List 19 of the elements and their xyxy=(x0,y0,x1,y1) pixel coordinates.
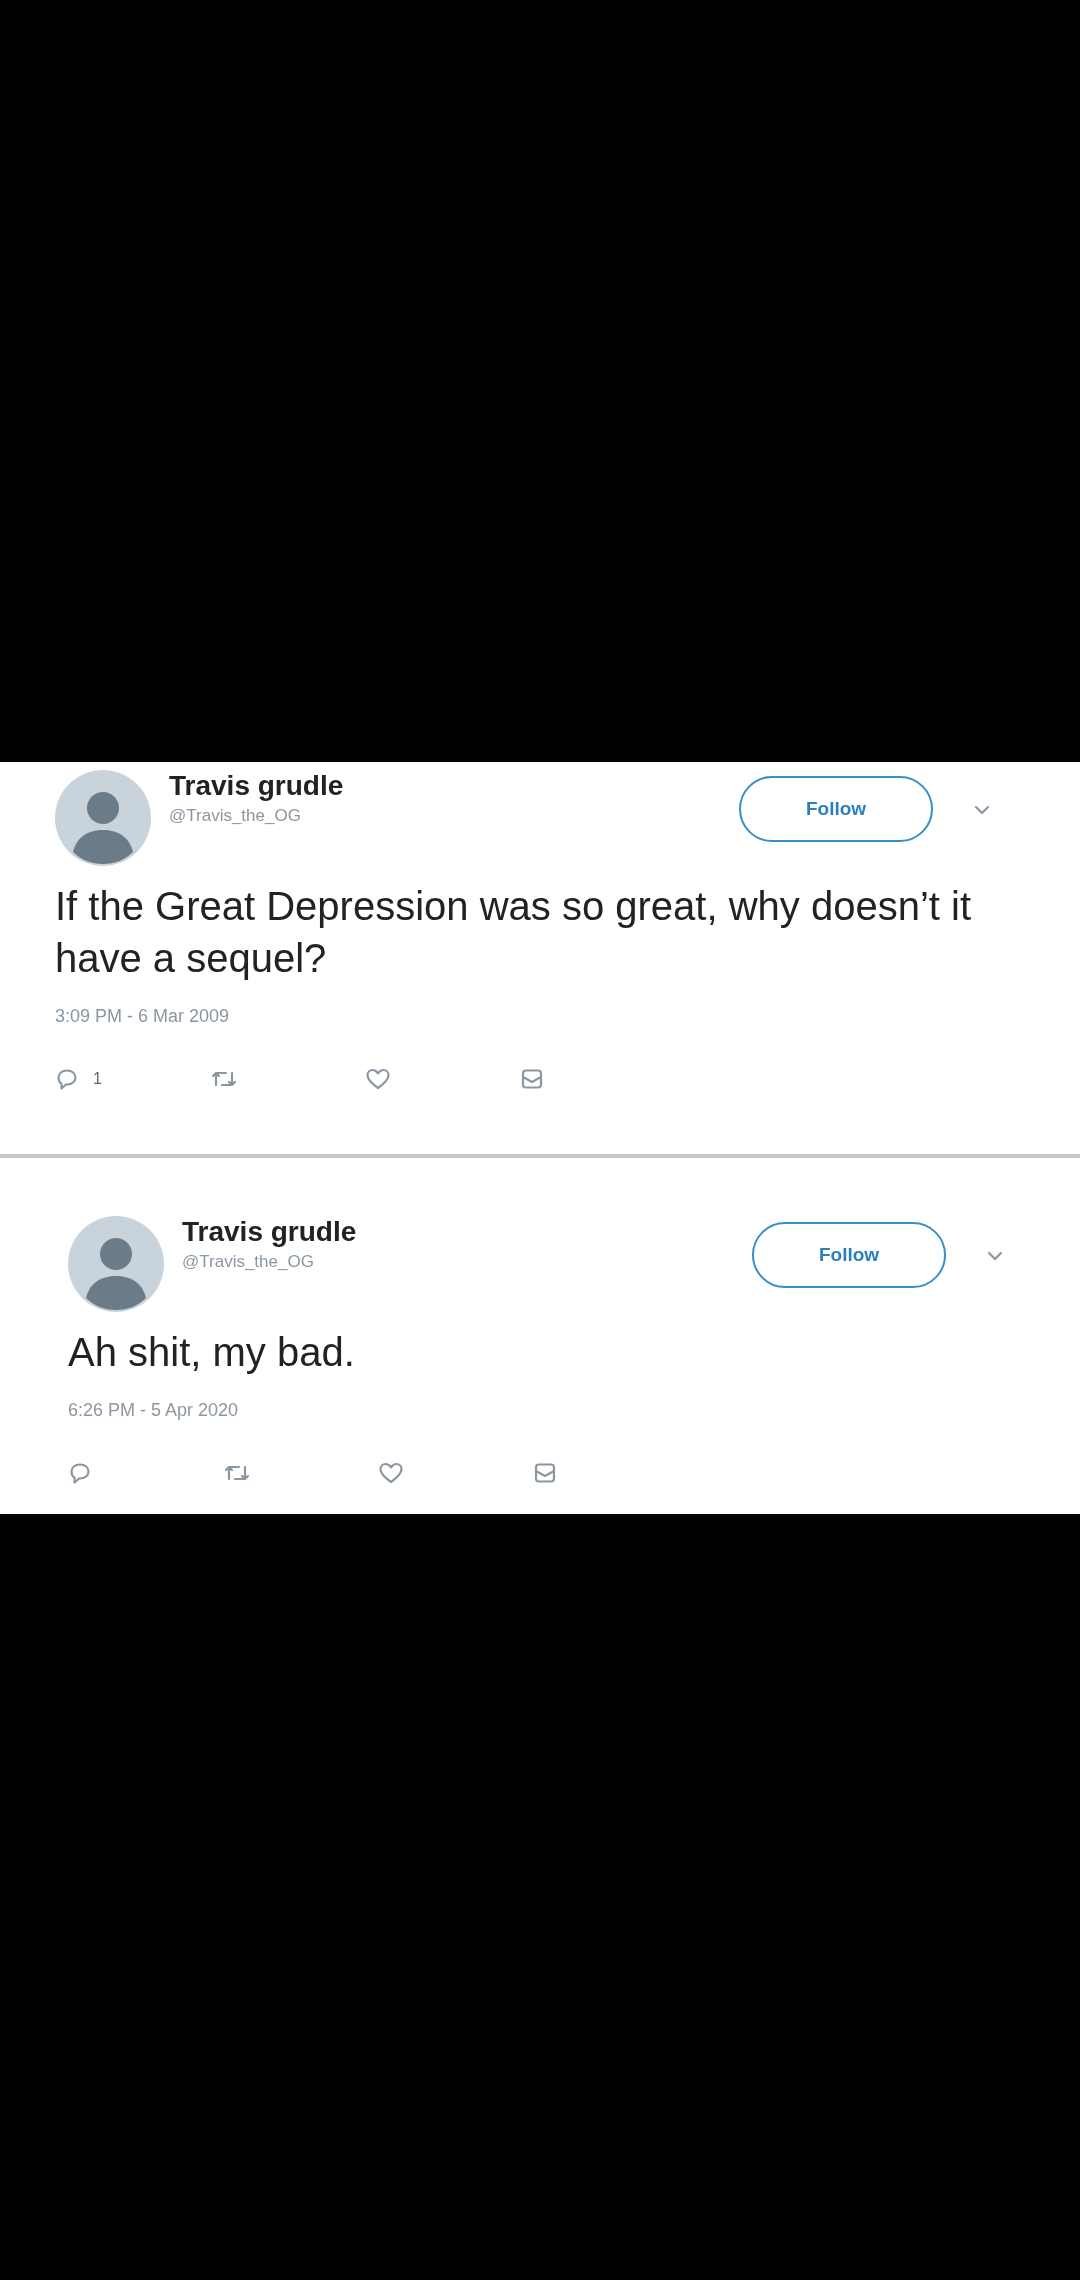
user-name: Travis grudle xyxy=(182,1216,358,1248)
chevron-down-icon[interactable] xyxy=(973,804,991,816)
reply-count: 1 xyxy=(93,1070,102,1088)
user-handle: @Travis_the_OG xyxy=(169,806,302,826)
follow-button[interactable]: Follow xyxy=(752,1222,946,1288)
heart-icon[interactable] xyxy=(378,1461,404,1485)
heart-icon[interactable] xyxy=(365,1067,391,1091)
reply-icon[interactable] xyxy=(55,1067,79,1091)
follow-button[interactable]: Follow xyxy=(739,776,933,842)
timestamp: 6:26 PM - 5 Apr 2020 xyxy=(68,1400,240,1421)
chevron-down-icon[interactable] xyxy=(986,1250,1004,1262)
reply-icon[interactable] xyxy=(68,1461,92,1485)
user-handle: @Travis_the_OG xyxy=(182,1252,315,1272)
tweet-text: Ah shit, my bad. xyxy=(68,1329,356,1376)
envelope-icon[interactable] xyxy=(533,1462,557,1484)
user-name: Travis grudle xyxy=(169,770,345,802)
timestamp: 3:09 PM - 6 Mar 2009 xyxy=(55,1006,231,1027)
envelope-icon[interactable] xyxy=(520,1068,544,1090)
tweet-text: If the Great Depression was so great, why doesn’t it have a sequel? xyxy=(55,883,972,982)
